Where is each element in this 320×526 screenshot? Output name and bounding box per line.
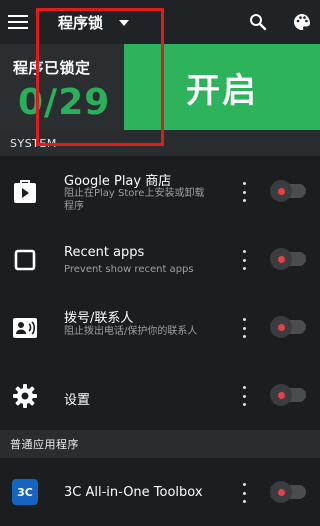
more-options-icon[interactable] (240, 250, 248, 270)
recent-apps-icon (12, 247, 38, 273)
locked-count: 0/29 (18, 82, 111, 123)
locked-count-panel: 程序已锁定 0/29 (0, 44, 124, 130)
more-options-icon[interactable] (240, 483, 248, 503)
lock-toggle[interactable] (270, 316, 310, 338)
list-item-subtitle: Prevent show recent apps (64, 264, 194, 275)
lock-toggle[interactable] (270, 384, 310, 406)
lock-status-panel: 程序已锁定 0/29 开启 (0, 44, 320, 130)
settings-gear-icon (12, 383, 38, 409)
caret-down-icon (119, 20, 130, 26)
section-title: SYSTEM (10, 136, 57, 150)
list-item-settings[interactable]: 设置 (0, 362, 320, 430)
more-options-icon[interactable] (240, 386, 248, 406)
list-item-3c-toolbox[interactable]: 3C 3C All-in-One Toolbox (0, 458, 320, 526)
list-item-title: 拨号/联系人 (64, 311, 134, 326)
lock-toggle[interactable] (270, 248, 310, 270)
list-item-title: 3C All-in-One Toolbox (64, 485, 203, 500)
list-item-title: 设置 (64, 393, 91, 408)
list-item-title: Recent apps (64, 245, 145, 260)
3c-toolbox-icon: 3C (12, 479, 38, 505)
search-icon[interactable] (246, 10, 270, 34)
page-title: 程序锁 (58, 13, 104, 32)
more-options-icon[interactable] (240, 182, 248, 202)
play-store-icon (12, 178, 38, 204)
section-header-system: SYSTEM (0, 130, 320, 156)
section-header-apps: 普通应用程序 (0, 430, 320, 458)
top-app-bar: 程序锁 (0, 0, 320, 44)
lock-toggle[interactable] (270, 481, 310, 503)
list-item-google-play[interactable]: Google Play 商店 阻止在Play Store上安装或卸载程序 (0, 156, 320, 224)
list-item-contacts[interactable]: 拨号/联系人 阻止拨出电话/保护你的联系人 (0, 294, 320, 362)
locked-label: 程序已锁定 (13, 59, 91, 77)
list-item-recent-apps[interactable]: Recent apps Prevent show recent apps (0, 226, 320, 294)
hamburger-menu-icon[interactable] (6, 10, 30, 34)
title-dropdown[interactable]: 程序锁 (58, 10, 130, 34)
more-options-icon[interactable] (240, 318, 248, 338)
enable-lock-button[interactable]: 开启 (124, 44, 320, 130)
palette-icon[interactable] (290, 10, 314, 34)
lock-toggle[interactable] (270, 180, 310, 202)
list-item-subtitle: 阻止拨出电话/保护你的联系人 (64, 326, 198, 337)
list-item-subtitle: 阻止在Play Store上安装或卸载程序 (64, 188, 205, 212)
section-title: 普通应用程序 (10, 438, 79, 451)
contacts-icon (12, 315, 38, 341)
enable-lock-label: 开启 (186, 70, 258, 111)
